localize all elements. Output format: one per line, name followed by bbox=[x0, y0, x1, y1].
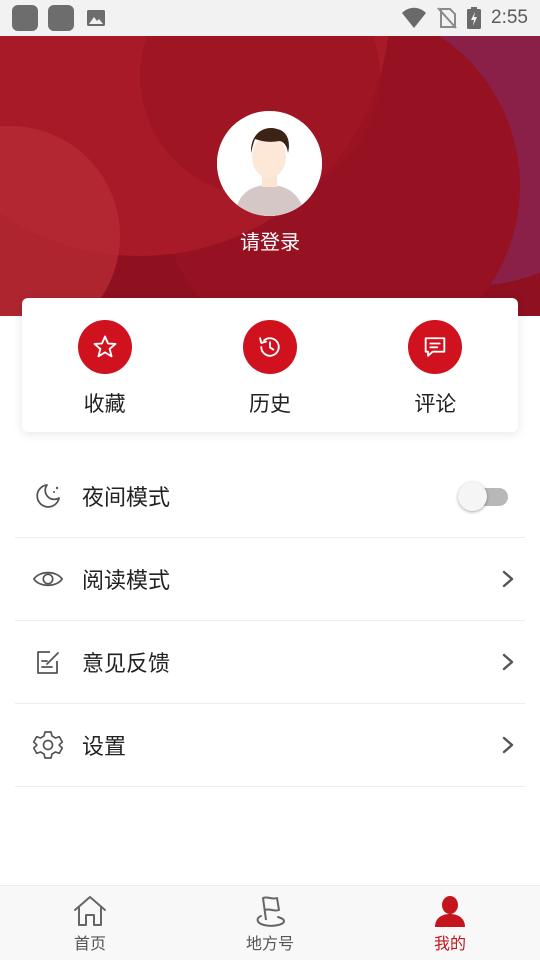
tab-label: 我的 bbox=[433, 934, 466, 953]
chevron-right-icon bbox=[502, 570, 514, 588]
tab-label: 首页 bbox=[73, 934, 106, 953]
tab-label: 地方号 bbox=[245, 934, 294, 953]
menu-label: 阅读模式 bbox=[82, 569, 171, 594]
tab-mine[interactable]: 我的 bbox=[360, 886, 540, 960]
star-icon bbox=[93, 335, 117, 358]
toggle-knob bbox=[458, 482, 487, 511]
avatar-icon bbox=[217, 111, 322, 216]
settings-menu: 夜间模式 阅读模式 意见反馈 设置 bbox=[15, 455, 525, 787]
menu-label: 夜间模式 bbox=[82, 486, 171, 511]
bottom-tab-bar: 首页 地方号 我的 bbox=[0, 885, 540, 960]
battery-charging-icon bbox=[467, 7, 482, 29]
history-icon bbox=[259, 337, 280, 357]
comments-icon-circle bbox=[408, 320, 463, 374]
profile-header: 请登录 bbox=[0, 36, 540, 316]
chevron-right-icon bbox=[502, 736, 514, 754]
avatar[interactable] bbox=[217, 111, 322, 216]
comments-button[interactable]: 评论 bbox=[353, 298, 518, 432]
reading-mode-icon-wrap bbox=[32, 563, 64, 595]
eye-icon bbox=[32, 571, 64, 587]
history-label: 历史 bbox=[248, 392, 291, 416]
menu-item-settings[interactable]: 设置 bbox=[15, 704, 525, 787]
favorites-label: 收藏 bbox=[83, 392, 126, 416]
app-notification-icon bbox=[12, 5, 38, 31]
menu-item-reading-mode[interactable]: 阅读模式 bbox=[15, 538, 525, 621]
person-icon bbox=[435, 896, 465, 927]
wifi-icon bbox=[402, 7, 427, 28]
gear-icon bbox=[32, 731, 64, 759]
history-icon-circle bbox=[242, 320, 297, 374]
menu-item-night-mode[interactable]: 夜间模式 bbox=[15, 455, 525, 538]
app-notification-icon bbox=[48, 5, 74, 31]
history-button[interactable]: 历史 bbox=[187, 298, 352, 432]
favorites-icon-circle bbox=[77, 320, 132, 374]
flag-icon bbox=[256, 896, 286, 927]
chevron-right-icon bbox=[502, 653, 514, 671]
comments-label: 评论 bbox=[414, 392, 457, 416]
tab-local[interactable]: 地方号 bbox=[180, 886, 360, 960]
night-mode-toggle[interactable] bbox=[458, 481, 510, 511]
status-bar: 2:55 bbox=[0, 0, 540, 36]
tab-home[interactable]: 首页 bbox=[0, 886, 180, 960]
feedback-icon-wrap bbox=[32, 646, 64, 678]
settings-icon-wrap bbox=[32, 729, 64, 761]
night-mode-icon-wrap bbox=[32, 480, 64, 512]
menu-item-feedback[interactable]: 意见反馈 bbox=[15, 621, 525, 704]
no-sim-icon bbox=[437, 7, 457, 29]
login-prompt[interactable]: 请登录 bbox=[0, 226, 540, 255]
image-icon bbox=[87, 10, 105, 26]
menu-label: 意见反馈 bbox=[82, 652, 171, 677]
moon-icon bbox=[36, 484, 60, 508]
shortcut-card: 收藏 历史 评论 bbox=[22, 298, 518, 432]
menu-label: 设置 bbox=[82, 735, 127, 760]
feedback-icon bbox=[37, 651, 59, 674]
clock: 2:55 bbox=[491, 7, 528, 28]
favorites-button[interactable]: 收藏 bbox=[22, 298, 187, 432]
home-icon bbox=[74, 896, 106, 926]
comment-icon bbox=[425, 337, 446, 357]
